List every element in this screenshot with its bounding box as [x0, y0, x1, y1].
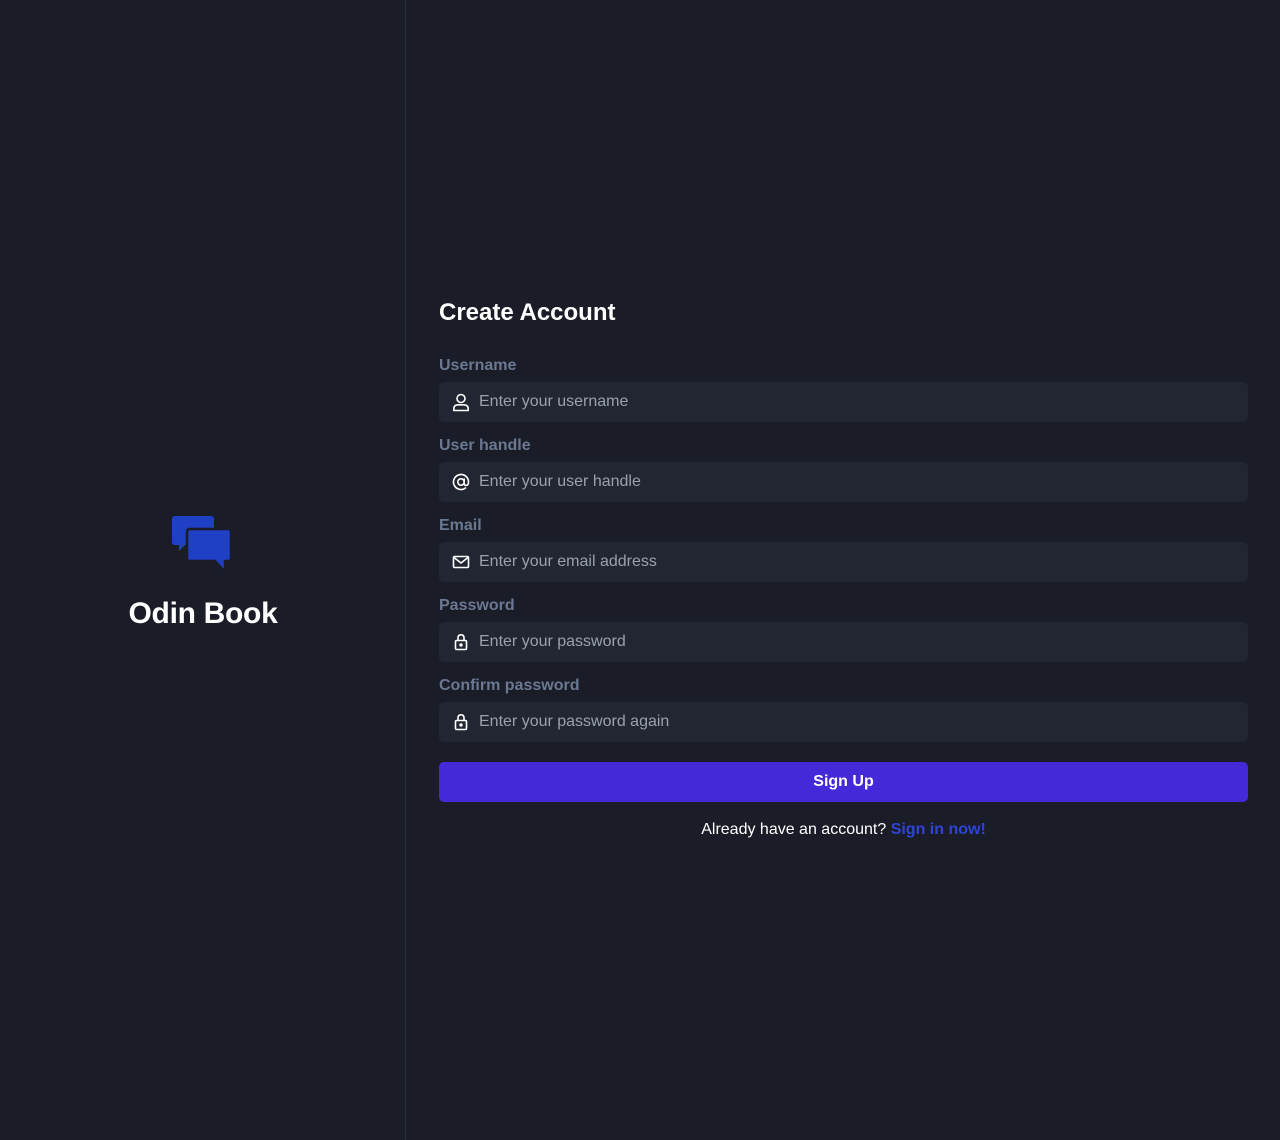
email-input[interactable] [479, 542, 1239, 582]
confirm-password-input[interactable] [479, 702, 1239, 742]
password-input-wrapper [439, 622, 1248, 662]
confirm-password-input-wrapper [439, 702, 1248, 742]
at-sign-icon [451, 472, 471, 492]
lock-icon [451, 632, 471, 652]
sign-in-link[interactable]: Sign in now! [891, 821, 986, 838]
sign-up-button[interactable]: Sign Up [439, 762, 1248, 802]
password-label: Password [439, 597, 515, 614]
signin-prompt-text: Already have an account? [701, 821, 887, 838]
handle-input-wrapper [439, 462, 1248, 502]
handle-field-group: User handle [439, 436, 1248, 502]
confirm-password-field-group: Confirm password [439, 676, 1248, 742]
username-input[interactable] [479, 382, 1239, 422]
confirm-password-label: Confirm password [439, 677, 580, 694]
app-root: Odin Book Create Account Username User h… [0, 0, 1280, 1140]
password-field-group: Password [439, 596, 1248, 662]
password-input[interactable] [479, 622, 1239, 662]
chat-bubbles-icon [171, 512, 233, 576]
lock-icon [451, 712, 471, 732]
username-input-wrapper [439, 382, 1248, 422]
email-input-wrapper [439, 542, 1248, 582]
username-field-group: Username [439, 356, 1248, 422]
brand-name: Odin Book [128, 597, 278, 630]
mail-icon [451, 552, 471, 572]
page-title: Create Account [439, 299, 616, 326]
brand-panel: Odin Book [0, 0, 406, 1140]
user-icon [451, 392, 471, 412]
handle-input[interactable] [479, 462, 1239, 502]
handle-label: User handle [439, 437, 531, 454]
email-field-group: Email [439, 516, 1248, 582]
signin-prompt-row: Already have an account? Sign in now! [439, 820, 1248, 840]
username-label: Username [439, 357, 517, 374]
signup-panel: Create Account Username User handle [439, 0, 1248, 1140]
brand: Odin Book [0, 512, 406, 631]
email-label: Email [439, 517, 482, 534]
